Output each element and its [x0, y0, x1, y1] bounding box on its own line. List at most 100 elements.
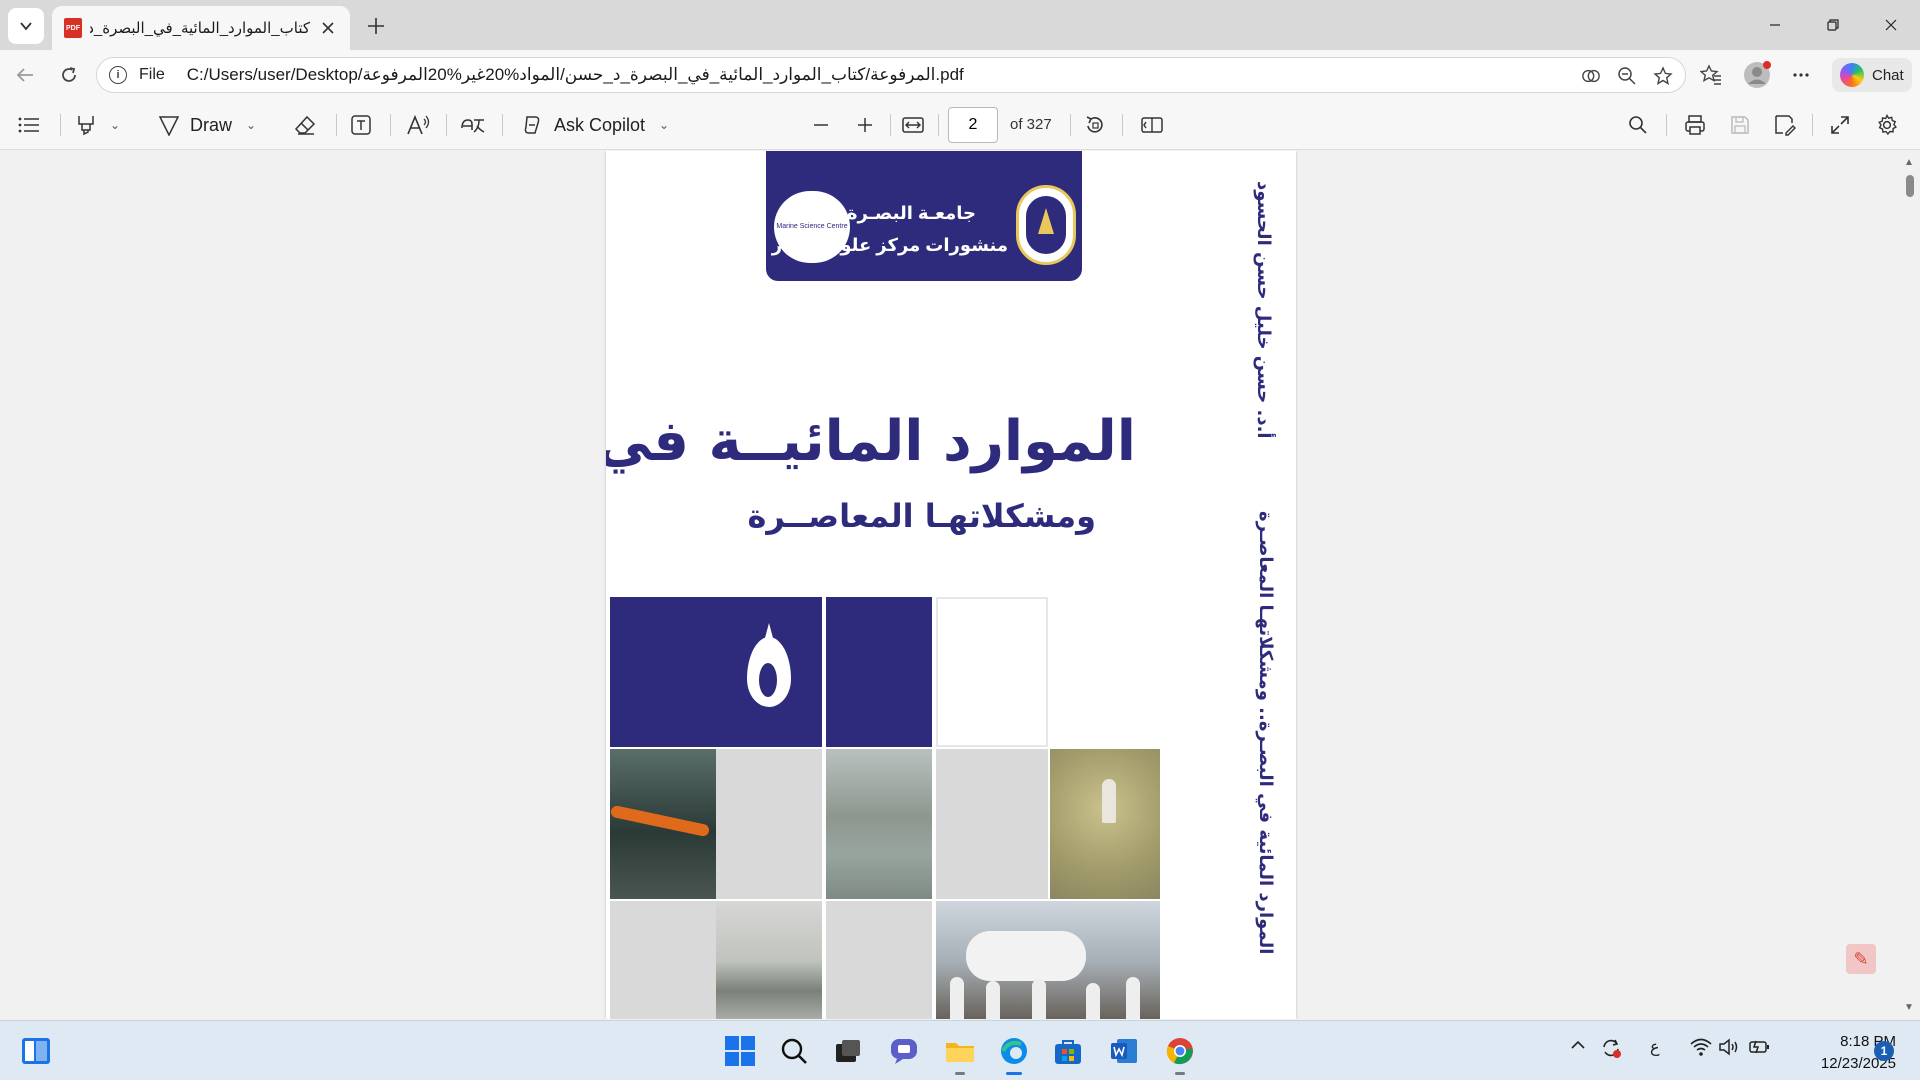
page-number-input[interactable] — [948, 107, 998, 143]
zoom-out-icon — [1618, 67, 1636, 85]
toolbar-divider — [502, 114, 503, 136]
contents-icon — [18, 117, 39, 133]
chevron-down-icon[interactable]: ⌄ — [110, 118, 120, 132]
fullscreen-button[interactable] — [1830, 108, 1850, 142]
photo-aerial-river — [826, 749, 932, 899]
profile-button[interactable] — [1740, 58, 1774, 92]
vertical-scrollbar[interactable]: ▲ ▼ — [1900, 151, 1920, 1019]
save-as-button[interactable] — [1774, 108, 1796, 142]
read-aloud-pdf-button[interactable] — [406, 108, 430, 142]
file-explorer-button[interactable] — [942, 1033, 978, 1075]
pdf-toolbar: ⌄ Draw ⌄ Ask Copilot ⌄ of 327 — [0, 100, 1920, 150]
mosaic-tile — [610, 901, 716, 1019]
mosaic-tile — [610, 597, 716, 747]
taskbar-search-button[interactable] — [776, 1033, 812, 1069]
task-view-button[interactable] — [830, 1033, 866, 1069]
water-tanker — [966, 931, 1086, 981]
close-window-button[interactable] — [1862, 0, 1920, 50]
more-options-button[interactable] — [1784, 58, 1818, 92]
acrobat-sign-icon[interactable]: ✎ — [1846, 944, 1876, 974]
photo-dam — [716, 901, 822, 1019]
highlight-button[interactable]: ⌄ — [76, 108, 120, 142]
store-button[interactable] — [1050, 1033, 1086, 1069]
minus-icon — [814, 124, 828, 126]
scroll-down-arrow-icon[interactable]: ▼ — [1904, 1002, 1914, 1013]
notification-badge[interactable]: 1 — [1874, 1041, 1894, 1061]
zoom-in-pdf-button[interactable] — [856, 108, 874, 142]
copilot-chat-button[interactable]: Chat — [1832, 58, 1912, 92]
store-icon — [1055, 1040, 1081, 1064]
running-indicator — [955, 1072, 965, 1075]
sync-status-button[interactable] — [1600, 1037, 1622, 1064]
collections-button[interactable] — [1694, 58, 1728, 92]
save-button[interactable] — [1730, 108, 1750, 142]
tab-list-button[interactable] — [8, 8, 44, 44]
battery-icon — [1749, 1040, 1769, 1054]
chevron-down-icon[interactable]: ⌄ — [659, 118, 669, 132]
erase-button[interactable] — [294, 108, 316, 142]
refresh-button[interactable] — [52, 58, 86, 92]
eraser-icon — [294, 115, 316, 135]
battery-button[interactable] — [1748, 1037, 1772, 1062]
active-tab[interactable]: PDF كتاب_الموارد_المائية_في_البصرة_د_حسن — [52, 6, 350, 50]
scroll-up-arrow-icon[interactable]: ▲ — [1904, 157, 1914, 168]
tab-strip: PDF كتاب_الموارد_المائية_في_البصرة_د_حسن — [0, 0, 1920, 50]
widgets-button[interactable] — [18, 1033, 54, 1069]
restore-button[interactable] — [1804, 0, 1862, 50]
info-icon[interactable]: i — [109, 66, 127, 84]
teams-chat-button[interactable] — [886, 1033, 922, 1069]
tab-title: كتاب_الموارد_المائية_في_البصرة_د_حسن — [90, 20, 310, 37]
search-icon — [781, 1038, 807, 1064]
chat-label: Chat — [1872, 66, 1904, 84]
chrome-button[interactable] — [1162, 1033, 1198, 1075]
add-text-button[interactable] — [350, 108, 372, 142]
toolbar-divider — [336, 114, 337, 136]
print-button[interactable] — [1684, 108, 1706, 142]
refresh-icon — [62, 67, 76, 82]
scheme-label: File — [139, 66, 165, 83]
address-bar-row: i File C:/Users/user/Desktop/المرفوعة/كت… — [0, 50, 1920, 100]
favorite-button[interactable] — [1653, 66, 1673, 86]
chevron-down-icon[interactable]: ⌄ — [246, 118, 256, 132]
windows-logo-icon — [725, 1036, 755, 1066]
zoom-out-button[interactable] — [1617, 66, 1637, 86]
person-figure — [1032, 979, 1046, 1019]
pdf-page[interactable]: Marine Science Centre جامعـة البصـرة منش… — [606, 151, 1296, 1019]
tab-close-button[interactable] — [318, 18, 338, 38]
back-button[interactable] — [8, 58, 42, 92]
orange-boom — [609, 804, 711, 838]
page-view-icon — [1141, 117, 1163, 133]
pdf-settings-button[interactable] — [1876, 108, 1898, 142]
zoom-out-pdf-button[interactable] — [812, 108, 830, 142]
draw-button[interactable]: Draw ⌄ — [158, 108, 256, 142]
url-text[interactable]: C:/Users/user/Desktop/المرفوعة/كتاب_المو… — [187, 65, 964, 85]
fit-width-icon — [902, 117, 924, 133]
task-view-icon — [836, 1040, 860, 1062]
book-subtitle: ومشكلاتهـا المعاصــرة — [747, 497, 1096, 535]
show-hidden-icons-button[interactable] — [1570, 1037, 1586, 1058]
widgets-icon — [22, 1038, 50, 1064]
find-button[interactable] — [1628, 108, 1648, 142]
start-button[interactable] — [722, 1033, 758, 1069]
address-input[interactable]: i File C:/Users/user/Desktop/المرفوعة/كت… — [96, 57, 1686, 93]
contents-button[interactable] — [18, 108, 40, 142]
copilot-icon — [524, 116, 540, 134]
translate-button[interactable] — [460, 108, 486, 142]
new-tab-button[interactable] — [358, 8, 394, 44]
volume-button[interactable] — [1718, 1037, 1740, 1062]
publisher-center: منشورات مركز علوم البحار — [771, 235, 1008, 255]
input-language-indicator[interactable]: ع — [1650, 1037, 1660, 1057]
marine-logo-text: Marine Science Centre — [776, 223, 848, 230]
word-button[interactable] — [1106, 1033, 1142, 1069]
fit-width-button[interactable] — [902, 108, 924, 142]
read-aloud-button[interactable] — [1581, 66, 1601, 86]
minimize-button[interactable] — [1746, 0, 1804, 50]
pdf-viewer[interactable]: Marine Science Centre جامعـة البصـرة منش… — [4, 151, 1900, 1019]
scroll-thumb[interactable] — [1906, 175, 1914, 197]
ask-copilot-button[interactable]: Ask Copilot ⌄ — [520, 108, 669, 142]
page-total-label: of 327 — [1010, 116, 1052, 133]
rotate-button[interactable] — [1084, 108, 1106, 142]
wifi-button[interactable] — [1690, 1037, 1712, 1062]
edge-button[interactable] — [996, 1033, 1032, 1075]
page-view-button[interactable] — [1140, 108, 1164, 142]
